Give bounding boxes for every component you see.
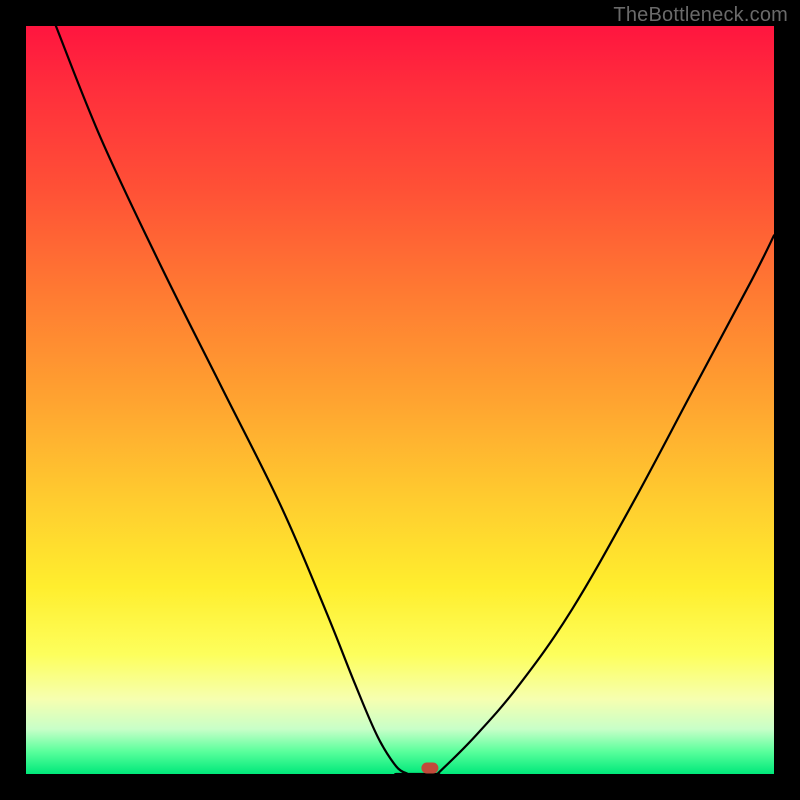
plot-area — [26, 26, 774, 774]
bottleneck-curve — [56, 26, 774, 774]
curve-layer — [26, 26, 774, 774]
watermark-text: TheBottleneck.com — [613, 4, 788, 27]
chart-frame: TheBottleneck.com — [0, 0, 800, 800]
valley-marker — [422, 763, 438, 773]
